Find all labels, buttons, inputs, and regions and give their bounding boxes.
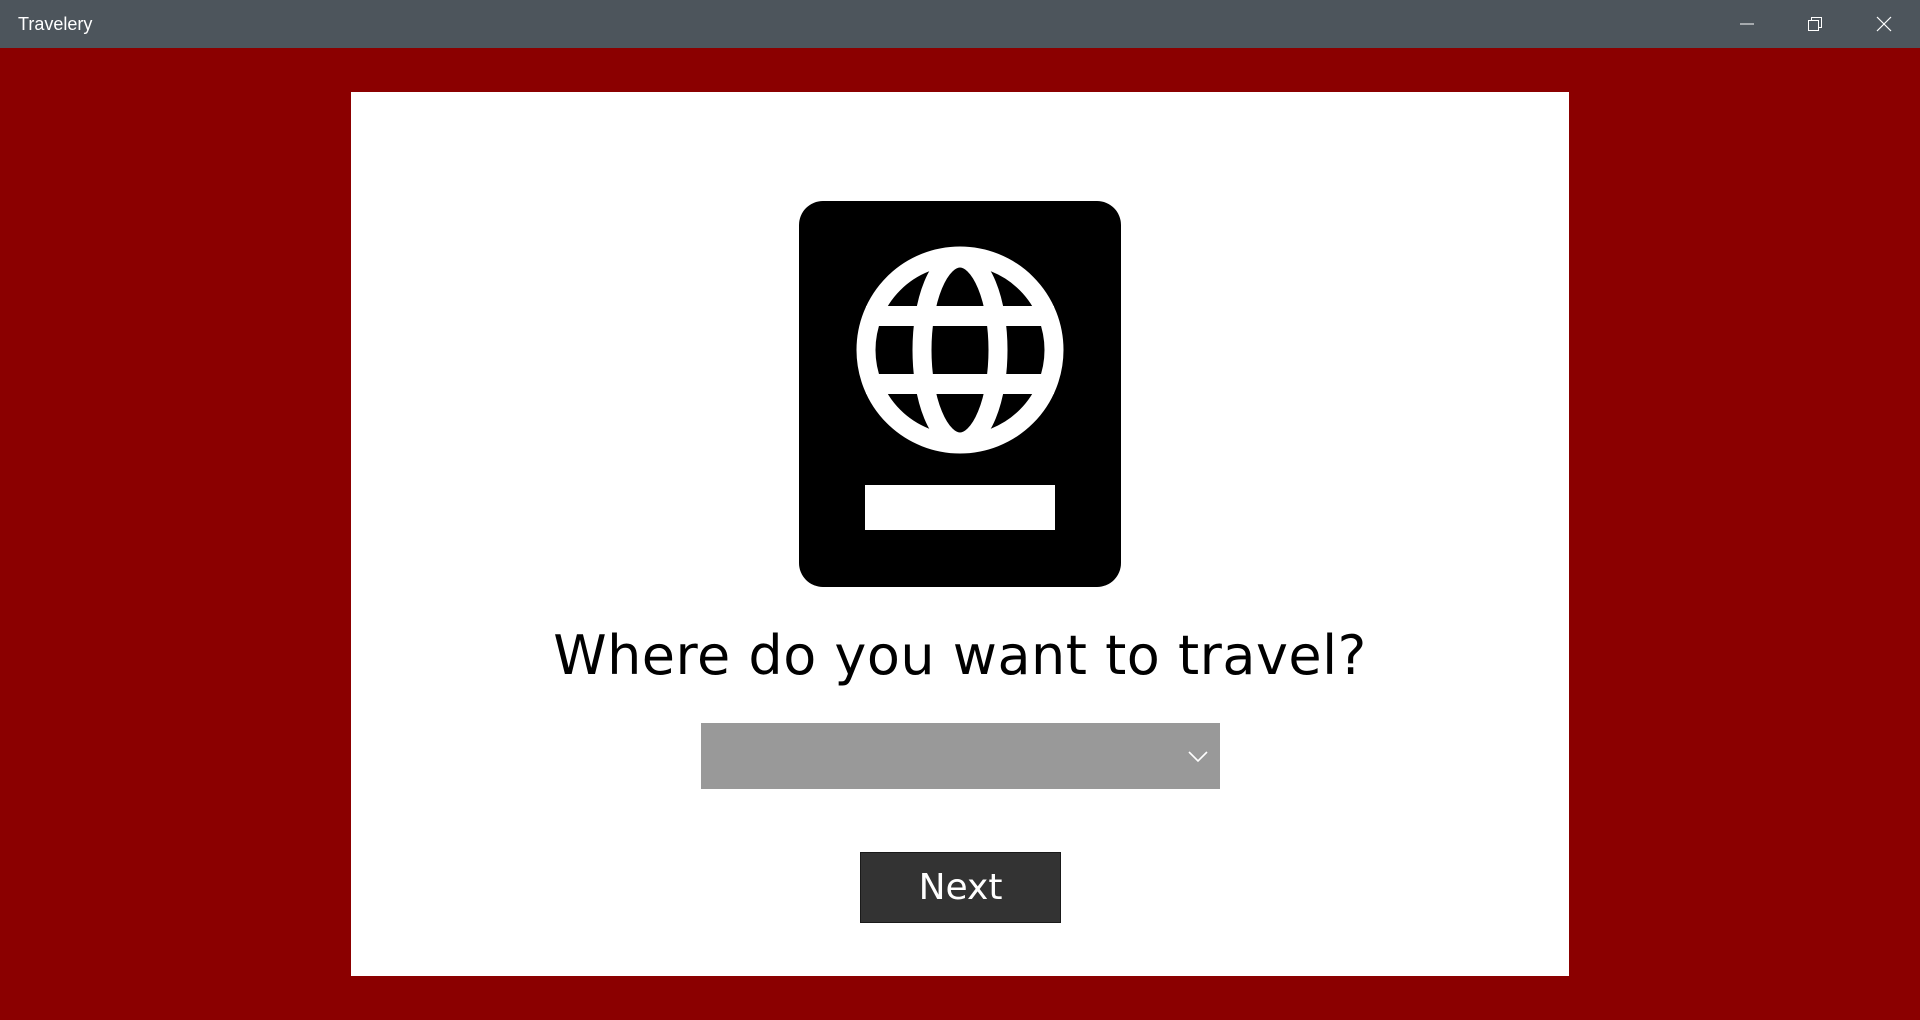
minimize-button[interactable] xyxy=(1713,0,1781,48)
restore-icon xyxy=(1808,17,1822,31)
next-button[interactable]: Next xyxy=(860,852,1061,923)
destination-select[interactable] xyxy=(701,723,1220,789)
title-bar[interactable]: Travelery xyxy=(0,0,1920,48)
chevron-down-icon xyxy=(1188,751,1208,763)
page-question: Where do you want to travel? xyxy=(553,624,1367,687)
close-button[interactable] xyxy=(1850,0,1918,48)
minimize-icon xyxy=(1740,23,1754,25)
window-title: Travelery xyxy=(18,14,93,34)
passport-globe-icon xyxy=(799,201,1121,587)
close-icon xyxy=(1876,16,1892,32)
restore-button[interactable] xyxy=(1781,0,1849,48)
